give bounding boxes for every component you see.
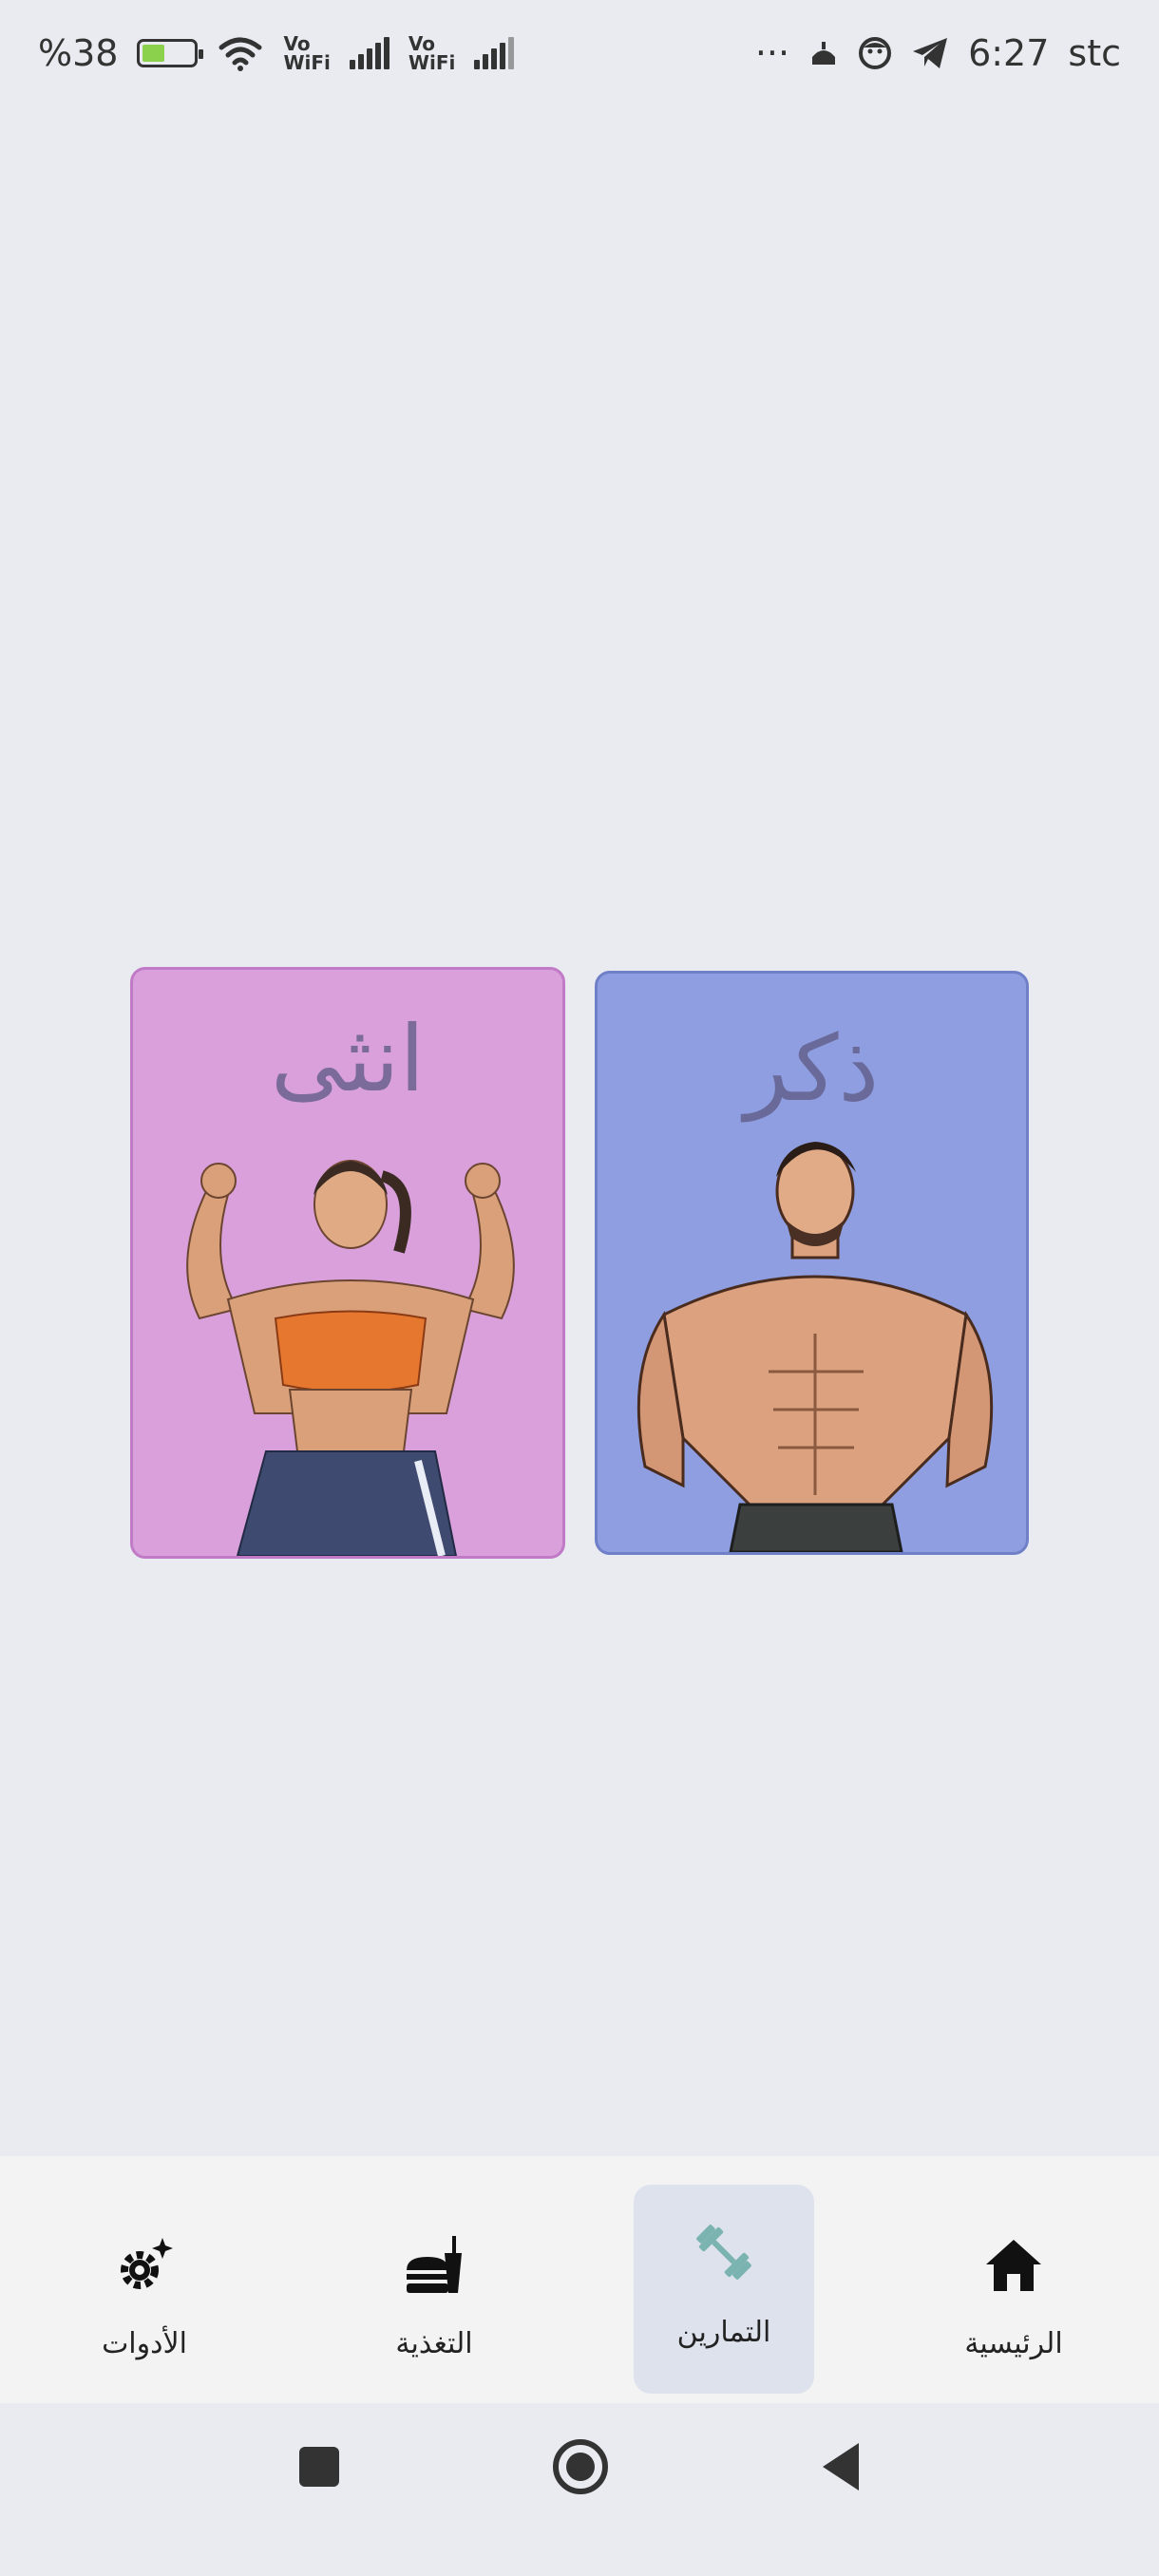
telegram-icon	[913, 38, 948, 68]
wifi-icon	[218, 37, 262, 71]
gear-sparkle-icon	[121, 2238, 173, 2289]
female-card-title: انثى	[270, 1006, 426, 1112]
dumbbell-icon	[696, 2225, 751, 2280]
battery-icon	[137, 39, 204, 67]
food-icon	[407, 2236, 462, 2293]
status-left: %38 Vo WiFi Vo WiFi	[38, 32, 515, 74]
nav-item-exercises[interactable]: التمارين	[634, 2185, 814, 2394]
vowifi-label-1: Vo WiFi	[283, 32, 331, 74]
face-icon	[859, 37, 892, 69]
nav-item-nutrition[interactable]: التغذية	[344, 2185, 524, 2394]
signal-icon	[349, 37, 390, 69]
battery-percent: %38	[38, 32, 119, 74]
status-bar: %38 Vo WiFi Vo WiFi ··· 6:27 stc	[0, 0, 1159, 106]
home-system-button[interactable]	[551, 2437, 610, 2496]
male-card[interactable]: ذكر	[595, 971, 1029, 1555]
female-card[interactable]: انثى	[130, 967, 565, 1559]
bottom-navigation-bar: الأدوات التغذية التمارين الرئيسية	[0, 2156, 1159, 2403]
overflow-icon: ···	[754, 32, 790, 74]
status-right: ··· 6:27 stc	[755, 32, 1121, 74]
nav-label-tools: الأدوات	[102, 2327, 187, 2360]
nav-label-exercises: التمارين	[676, 2316, 771, 2349]
female-bodybuilder-illustration	[186, 1160, 515, 1556]
back-button[interactable]	[819, 2441, 863, 2492]
male-bodybuilder-illustration	[636, 1142, 994, 1552]
nav-label-home: الرئيسية	[964, 2327, 1063, 2360]
signal-icon-2	[474, 37, 515, 69]
carrier-name: stc	[1068, 32, 1121, 74]
clock: 6:27	[968, 32, 1050, 74]
home-icon	[986, 2240, 1041, 2291]
nav-item-home[interactable]: الرئيسية	[923, 2185, 1104, 2394]
system-navigation-bar	[0, 2432, 1159, 2574]
male-card-title: ذكر	[744, 1015, 880, 1122]
mosque-icon	[812, 42, 836, 65]
nav-label-nutrition: التغذية	[395, 2327, 473, 2360]
nav-item-tools[interactable]: الأدوات	[54, 2185, 235, 2394]
recents-button[interactable]	[297, 2445, 341, 2489]
vowifi-label-2: Vo WiFi	[408, 32, 456, 74]
